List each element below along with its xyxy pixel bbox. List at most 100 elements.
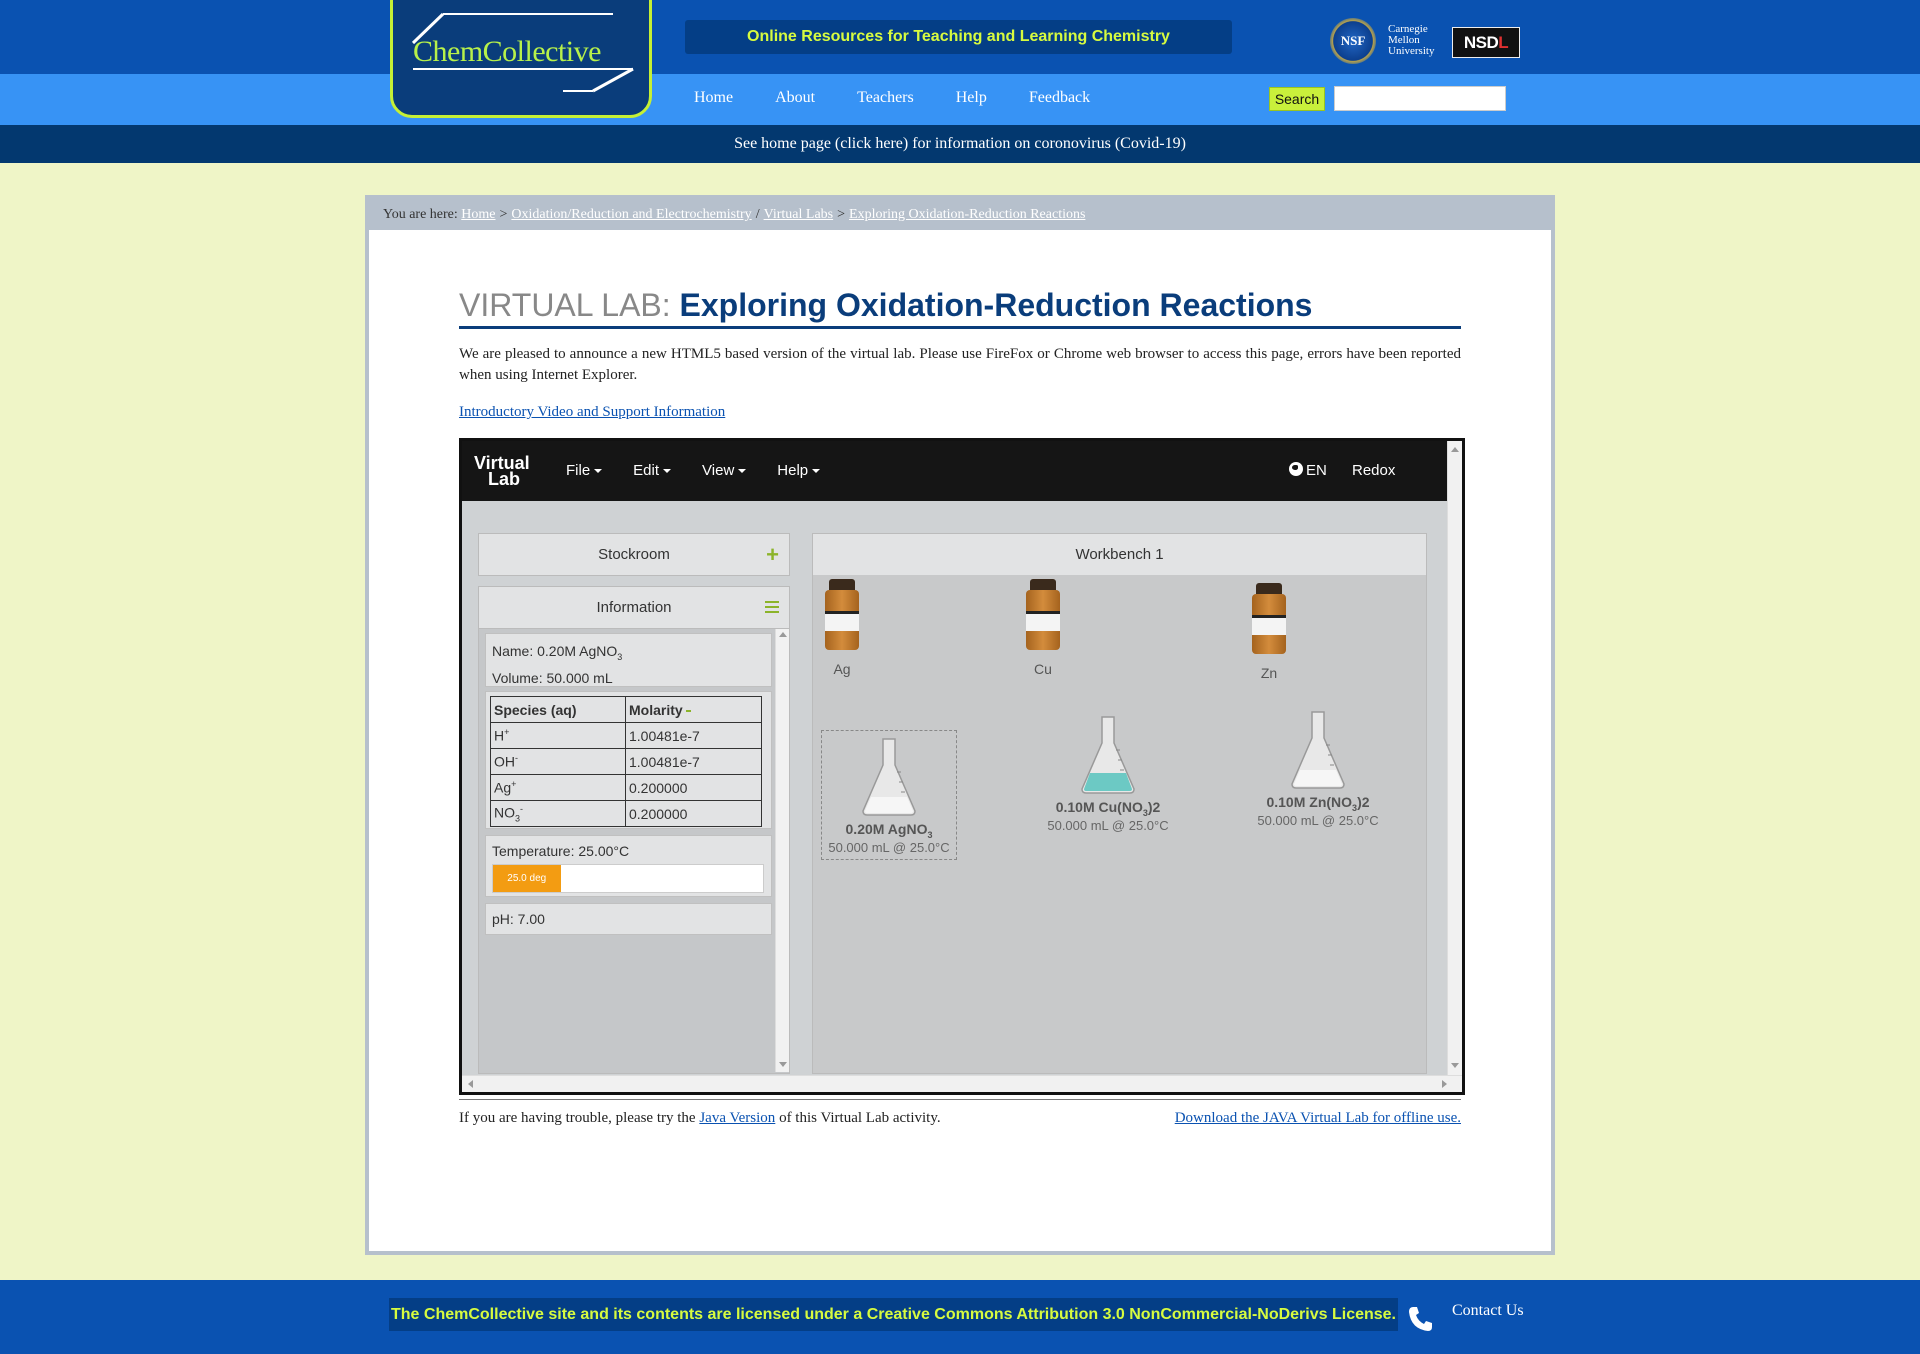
subscript: 3 <box>617 651 623 662</box>
covid-notice[interactable]: See home page (click here) for informati… <box>0 125 1920 163</box>
horizontal-scrollbar[interactable] <box>462 1075 1462 1092</box>
superscript: - <box>520 803 524 814</box>
chemcollective-logo[interactable]: ChemCollective <box>390 0 652 118</box>
site-tagline: Online Resources for Teaching and Learni… <box>685 20 1232 54</box>
bottle-name: Cu <box>1034 661 1052 677</box>
flask-znno3[interactable]: 0.10M Zn(NO3)2 50.000 mL @ 25.0°C <box>1243 710 1393 828</box>
breadcrumb-virtual-labs[interactable]: Virtual Labs <box>764 207 834 222</box>
nav-feedback[interactable]: Feedback <box>1029 74 1090 125</box>
species-cell: H+ <box>490 722 626 749</box>
java-version-link[interactable]: Java Version <box>699 1110 775 1126</box>
virtual-lab-frame: Virtual Lab File Edit View Help EN Redox… <box>459 438 1465 1095</box>
flask-icon <box>1291 711 1345 789</box>
sort-icon <box>685 709 691 712</box>
breadcrumb-separator: > <box>499 207 508 222</box>
menu-label: View <box>702 462 735 479</box>
nav-about[interactable]: About <box>775 74 815 125</box>
caret-down-icon <box>812 469 821 474</box>
header-molarity-label: Molarity <box>629 701 683 718</box>
nsdl-text-b: L <box>1498 33 1509 52</box>
breadcrumb-current[interactable]: Exploring Oxidation-Reduction Reactions <box>849 207 1085 222</box>
temperature-bar[interactable]: 25.0 deg <box>492 864 764 893</box>
nsdl-logo[interactable]: NSDL <box>1452 27 1520 58</box>
species-table-box: Species (aq) Molarity H+ 1.00481e-7 OH- … <box>485 691 772 829</box>
nav-home[interactable]: Home <box>694 74 733 125</box>
nav-help[interactable]: Help <box>956 74 987 125</box>
molarity-cell: 1.00481e-7 <box>625 748 762 775</box>
species-base: Ag <box>494 779 512 796</box>
solution-name-text: Name: 0.20M AgNO <box>492 643 618 659</box>
scroll-up-icon[interactable] <box>1451 447 1459 452</box>
table-row: H+ 1.00481e-7 <box>490 722 762 749</box>
plus-icon[interactable]: + <box>766 534 779 575</box>
search-input[interactable] <box>1334 86 1506 111</box>
flask-agno3[interactable]: 0.20M AgNO3 50.000 mL @ 25.0°C <box>821 730 957 860</box>
workbench-header[interactable]: Workbench 1 <box>812 533 1427 576</box>
info-scrollbar[interactable] <box>775 629 789 1072</box>
nav-teachers[interactable]: Teachers <box>857 74 914 125</box>
flask-name-tail: )2 <box>1357 794 1370 810</box>
license-notice[interactable]: The ChemCollective site and its contents… <box>389 1298 1398 1331</box>
scroll-up-icon[interactable] <box>779 632 787 637</box>
bottle-label <box>1026 611 1060 631</box>
menu-icon[interactable] <box>765 601 779 613</box>
page-title: VIRTUAL LAB: Exploring Oxidation-Reducti… <box>459 287 1461 329</box>
information-panel: Name: 0.20M AgNO3 Volume: 50.000 mL Spec… <box>478 629 790 1074</box>
solution-summary: Name: 0.20M AgNO3 Volume: 50.000 mL <box>485 633 772 687</box>
title-main: Exploring Oxidation-Reduction Reactions <box>679 287 1313 323</box>
information-label: Information <box>596 599 672 616</box>
workbench-label: Workbench 1 <box>1075 546 1164 563</box>
search-button[interactable]: Search <box>1269 87 1325 111</box>
species-base: NO <box>494 804 515 821</box>
vlab-menu-view[interactable]: View <box>702 441 747 501</box>
vlab-logo[interactable]: Virtual Lab <box>474 454 530 488</box>
bottle-name: Zn <box>1260 665 1278 681</box>
molarity-cell: 1.00481e-7 <box>625 722 762 749</box>
phone-icon[interactable] <box>1406 1304 1436 1334</box>
breadcrumb-home[interactable]: Home <box>461 207 495 222</box>
workbench-area[interactable]: Ag Cu Zn 0.20M AgNO3 50.000 mL @ 25.0°C … <box>812 575 1427 1074</box>
species-cell: OH- <box>490 748 626 775</box>
breadcrumb-redox[interactable]: Oxidation/Reduction and Electrochemistry <box>511 207 751 222</box>
table-header-row: Species (aq) Molarity <box>490 696 762 723</box>
language-selector[interactable]: EN <box>1289 441 1327 501</box>
scroll-right-icon[interactable] <box>1442 1080 1447 1088</box>
flask-icon <box>862 738 916 816</box>
subscript: 3 <box>927 829 933 840</box>
header-species[interactable]: Species (aq) <box>490 696 626 723</box>
header-molarity[interactable]: Molarity <box>625 696 762 723</box>
temperature-label: Temperature: 25.00°C <box>492 843 630 859</box>
molarity-cell: 0.200000 <box>625 800 762 827</box>
flask-liquid <box>1294 770 1342 786</box>
vlab-menu-file[interactable]: File <box>566 441 603 501</box>
contact-us-link[interactable]: Contact Us <box>1452 1302 1524 1320</box>
flask-cuno3[interactable]: 0.10M Cu(NO3)2 50.000 mL @ 25.0°C <box>1033 715 1183 833</box>
table-row: OH- 1.00481e-7 <box>490 748 762 775</box>
breadcrumb-separator: > <box>837 207 846 222</box>
flask-name: 0.20M AgNO3 <box>822 821 956 840</box>
scroll-left-icon[interactable] <box>468 1080 473 1088</box>
flask-name-tail: )2 <box>1147 799 1161 815</box>
flask-name: 0.10M Zn(NO3)2 <box>1243 794 1393 813</box>
download-java-link[interactable]: Download the JAVA Virtual Lab for offlin… <box>1175 1110 1461 1127</box>
vlab-mode[interactable]: Redox <box>1352 441 1395 501</box>
intro-text: We are pleased to announce a new HTML5 b… <box>459 346 1461 383</box>
molarity-cell: 0.200000 <box>625 774 762 801</box>
bottle-name: Ag <box>833 661 851 677</box>
video-support-link[interactable]: Introductory Video and Support Informati… <box>459 404 725 421</box>
flask-liquid <box>1084 773 1132 791</box>
nsf-logo[interactable]: NSF <box>1330 18 1376 64</box>
flask-icon <box>1081 716 1135 794</box>
scroll-down-icon[interactable] <box>779 1062 787 1067</box>
vertical-scrollbar[interactable] <box>1447 441 1462 1075</box>
information-header[interactable]: Information <box>478 586 790 629</box>
vlab-menu-help[interactable]: Help <box>777 441 821 501</box>
scroll-down-icon[interactable] <box>1451 1063 1459 1068</box>
cmu-logo[interactable]: Carnegie Mellon University <box>1388 24 1440 57</box>
vlab-menu-edit[interactable]: Edit <box>633 441 672 501</box>
species-base: H <box>494 727 505 744</box>
stockroom-header[interactable]: Stockroom + <box>478 533 790 576</box>
superscript: + <box>504 727 510 738</box>
caret-down-icon <box>663 469 672 474</box>
solution-name: Name: 0.20M AgNO3 <box>492 641 765 668</box>
